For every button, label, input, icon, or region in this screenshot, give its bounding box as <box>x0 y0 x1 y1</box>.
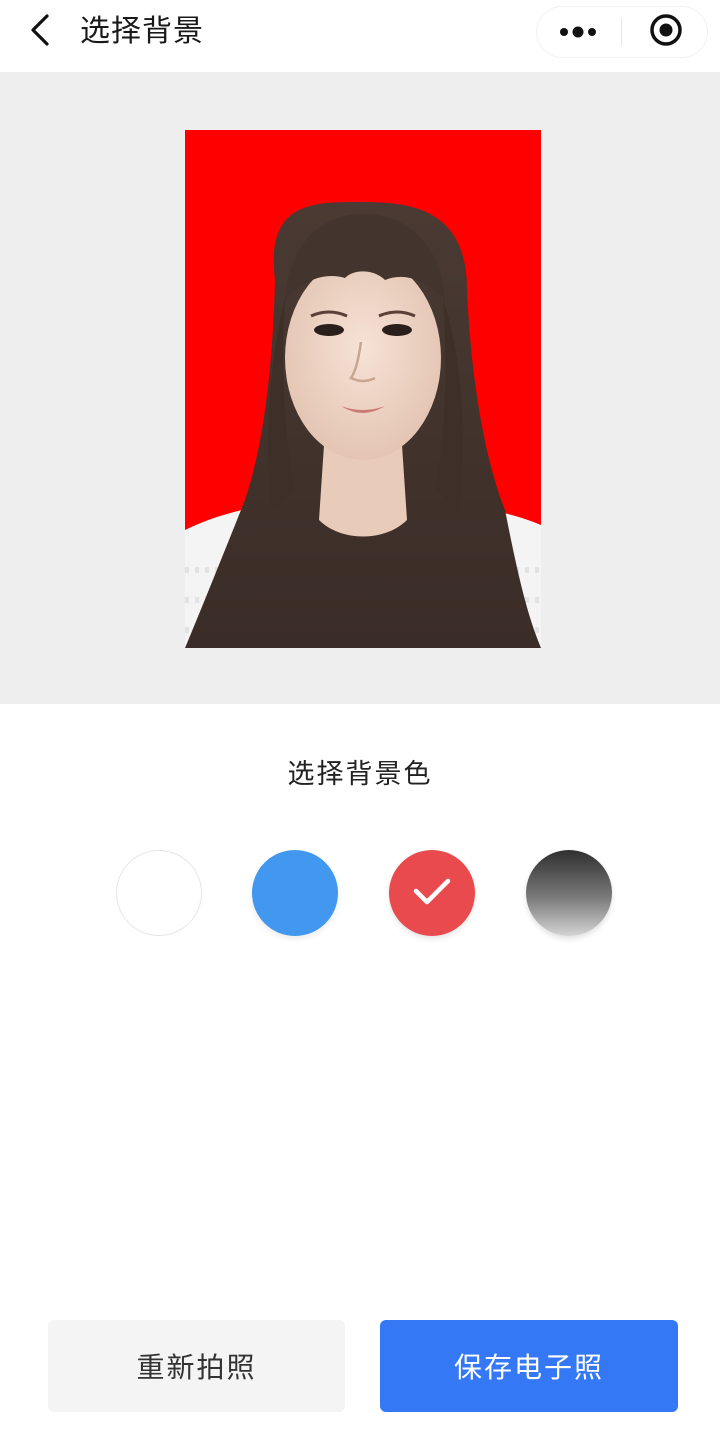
save-photo-button[interactable]: 保存电子照 <box>380 1320 678 1412</box>
chevron-left-icon <box>29 13 51 51</box>
top-navbar: 选择背景 <box>0 0 720 72</box>
swatch-gradient-gray[interactable] <box>526 850 612 936</box>
swatch-red[interactable] <box>389 850 475 936</box>
swatch-blue[interactable] <box>252 850 338 936</box>
id-photo <box>185 130 541 648</box>
miniprogram-capsule <box>536 6 708 58</box>
swatch-white[interactable] <box>116 850 202 936</box>
page-title: 选择背景 <box>80 14 204 49</box>
more-button[interactable] <box>536 6 620 58</box>
select-color-title: 选择背景色 <box>287 759 433 790</box>
back-button[interactable] <box>20 10 60 54</box>
retake-photo-button[interactable]: 重新拍照 <box>48 1320 345 1412</box>
checkmark-icon <box>412 876 452 910</box>
capsule-divider <box>621 18 622 46</box>
portrait-image <box>185 130 541 648</box>
target-circle-icon <box>649 13 683 51</box>
close-miniprogram-button[interactable] <box>624 6 708 58</box>
more-dots-icon <box>558 23 598 42</box>
photo-preview-area <box>0 72 720 704</box>
color-swatch-row <box>0 850 720 940</box>
